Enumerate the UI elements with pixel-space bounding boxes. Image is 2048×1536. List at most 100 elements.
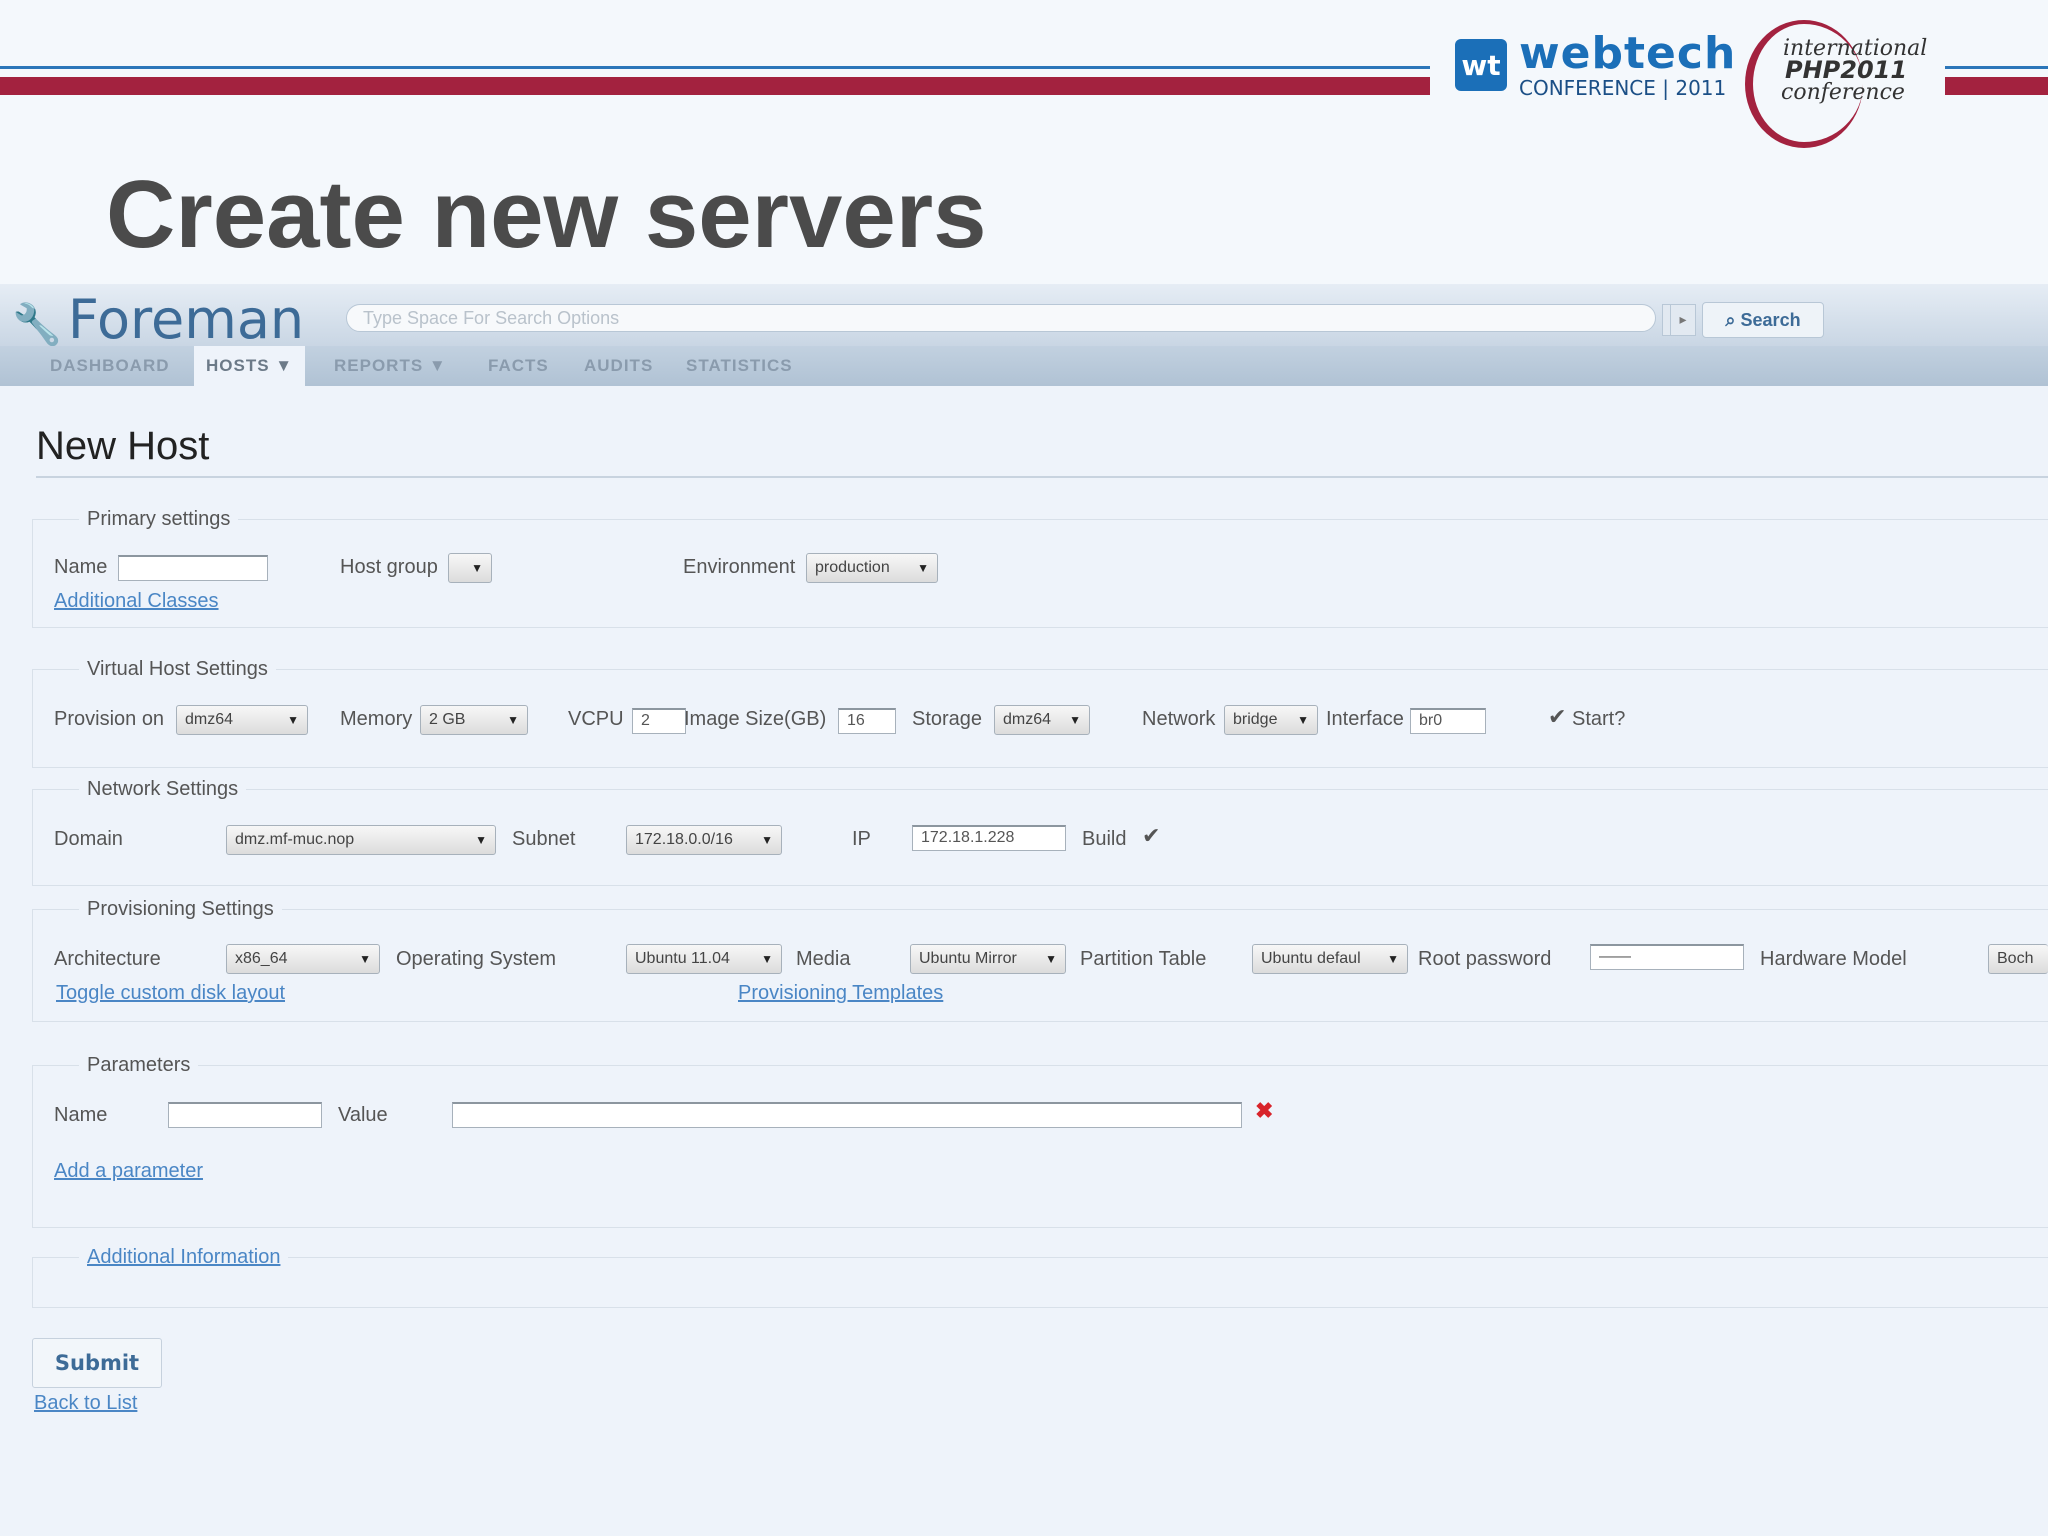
partition-table-label: Partition Table — [1080, 948, 1207, 970]
host-group-label: Host group — [340, 556, 438, 578]
search-options-icon[interactable]: ▸ — [1670, 304, 1696, 336]
hardware-model-select[interactable]: Boch — [1988, 944, 2048, 974]
memory-value: 2 GB — [429, 711, 466, 728]
build-checkbox[interactable]: ✔ — [1142, 823, 1160, 849]
chevron-down-icon: ▼ — [1387, 952, 1399, 966]
memory-select[interactable]: 2 GB ▼ — [420, 705, 528, 735]
chevron-down-icon: ▼ — [471, 561, 483, 575]
subnet-value: 172.18.0.0/16 — [635, 831, 733, 848]
search-input[interactable]: Type Space For Search Options — [346, 304, 1656, 332]
ip-field[interactable]: 172.18.1.228 — [912, 825, 1066, 851]
ip-label: IP — [852, 828, 871, 850]
architecture-label: Architecture — [54, 948, 161, 970]
php-conference-logo: international PHP2011 conference — [1745, 20, 1945, 148]
slide-title: Create new servers — [106, 161, 987, 268]
memory-label: Memory — [340, 708, 413, 730]
tab-hosts[interactable]: HOSTS ▼ — [194, 346, 306, 386]
webtech-mark: wt — [1455, 39, 1507, 91]
foreman-app: 🔧Foreman Type Space For Search Options ●… — [0, 284, 2048, 1536]
provisioning-templates-link[interactable]: Provisioning Templates — [738, 982, 943, 1005]
subnet-label: Subnet — [512, 828, 576, 850]
chevron-down-icon: ▼ — [1297, 713, 1309, 727]
param-name-field[interactable] — [168, 1102, 322, 1128]
param-name-label: Name — [54, 1104, 108, 1126]
network-select[interactable]: bridge ▼ — [1224, 705, 1318, 735]
host-group-select[interactable]: ▼ — [448, 553, 492, 583]
domain-select[interactable]: dmz.mf-muc.nop ▼ — [226, 825, 496, 855]
tab-facts[interactable]: FACTS — [488, 356, 549, 376]
chevron-down-icon: ▼ — [761, 833, 773, 847]
chevron-down-icon: ▼ — [359, 952, 371, 966]
additional-info-section: Additional Information — [32, 1246, 2048, 1308]
parameters-section: Parameters — [32, 1054, 2048, 1228]
name-label: Name — [54, 556, 108, 578]
architecture-select[interactable]: x86_64 ▼ — [226, 944, 380, 974]
media-select[interactable]: Ubuntu Mirror ▼ — [910, 944, 1066, 974]
x-icon[interactable]: ✖ — [1255, 1098, 1273, 1124]
start-checkbox[interactable]: ✔ — [1548, 704, 1566, 730]
interface-label: Interface — [1326, 708, 1404, 730]
subnet-select[interactable]: 172.18.0.0/16 ▼ — [626, 825, 782, 855]
title-divider — [36, 476, 2048, 478]
submit-button[interactable]: Submit — [32, 1338, 162, 1388]
image-size-field[interactable]: 16 — [838, 708, 896, 734]
provision-on-select[interactable]: dmz64 ▼ — [176, 705, 308, 735]
chevron-down-icon: ▼ — [1069, 713, 1081, 727]
primary-settings-legend: Primary settings — [87, 508, 231, 530]
vcpu-field[interactable]: 2 — [632, 708, 686, 734]
vcpu-label: VCPU — [568, 708, 624, 730]
storage-value: dmz64 — [1003, 711, 1052, 728]
add-parameter-link[interactable]: Add a parameter — [54, 1160, 203, 1183]
header-rule-blue — [0, 66, 1430, 69]
start-label: Start? — [1572, 708, 1626, 730]
tab-statistics[interactable]: STATISTICS — [686, 356, 793, 376]
hardware-model-value: Boch — [1997, 950, 2034, 967]
chevron-down-icon: ▼ — [1045, 952, 1057, 966]
interface-field[interactable]: br0 — [1410, 708, 1486, 734]
partition-table-select[interactable]: Ubuntu defaul ▼ — [1252, 944, 1408, 974]
environment-label: Environment — [683, 556, 796, 578]
webtech-name: webtech — [1519, 28, 1737, 79]
back-to-list-link[interactable]: Back to List — [34, 1392, 137, 1415]
tab-audits[interactable]: AUDITS — [584, 356, 653, 376]
virtual-host-legend: Virtual Host Settings — [87, 658, 268, 680]
domain-value: dmz.mf-muc.nop — [235, 831, 355, 848]
top-bar: 🔧Foreman Type Space For Search Options ●… — [0, 284, 2048, 351]
header-rule-red — [0, 77, 1430, 95]
wrench-icon: 🔧 — [12, 302, 62, 348]
search-button-label: Search — [1740, 310, 1801, 330]
search-button[interactable]: ⌕ Search — [1702, 302, 1824, 338]
media-value: Ubuntu Mirror — [919, 950, 1017, 967]
root-password-label: Root password — [1418, 948, 1552, 970]
image-size-label: Image Size(GB) — [684, 708, 827, 730]
toggle-disk-layout-link[interactable]: Toggle custom disk layout — [56, 982, 285, 1005]
brand[interactable]: 🔧 Foreman — [12, 288, 304, 351]
root-password-field[interactable]: —— — [1590, 944, 1744, 970]
operating-system-select[interactable]: Ubuntu 11.04 ▼ — [626, 944, 782, 974]
tab-reports[interactable]: REPORTS ▼ — [334, 356, 447, 376]
domain-label: Domain — [54, 828, 123, 850]
webtech-subtitle: CONFERENCE | 2011 — [1519, 76, 1727, 100]
environment-select[interactable]: production ▼ — [806, 553, 938, 583]
param-value-field[interactable] — [452, 1102, 1242, 1128]
parameters-legend: Parameters — [87, 1054, 191, 1076]
storage-select[interactable]: dmz64 ▼ — [994, 705, 1090, 735]
partition-table-value: Ubuntu defaul — [1261, 950, 1361, 967]
header-rule-red-right — [1945, 77, 2048, 95]
architecture-value: x86_64 — [235, 950, 288, 967]
chevron-down-icon: ▼ — [287, 713, 299, 727]
network-settings-legend: Network Settings — [87, 778, 239, 800]
network-label: Network — [1142, 708, 1216, 730]
chevron-down-icon: ▼ — [507, 713, 519, 727]
param-value-label: Value — [338, 1104, 388, 1126]
network-value: bridge — [1233, 711, 1278, 728]
tab-dashboard[interactable]: DASHBOARD — [50, 356, 170, 376]
brand-name: Foreman — [67, 288, 305, 351]
additional-info-link[interactable]: Additional Information — [87, 1246, 280, 1268]
php-logo-line3: conference — [1781, 80, 1905, 105]
page-title: New Host — [36, 424, 210, 468]
name-field[interactable] — [118, 555, 268, 581]
additional-classes-link[interactable]: Additional Classes — [54, 590, 219, 613]
build-label: Build — [1082, 828, 1127, 850]
hardware-model-label: Hardware Model — [1760, 948, 1907, 970]
